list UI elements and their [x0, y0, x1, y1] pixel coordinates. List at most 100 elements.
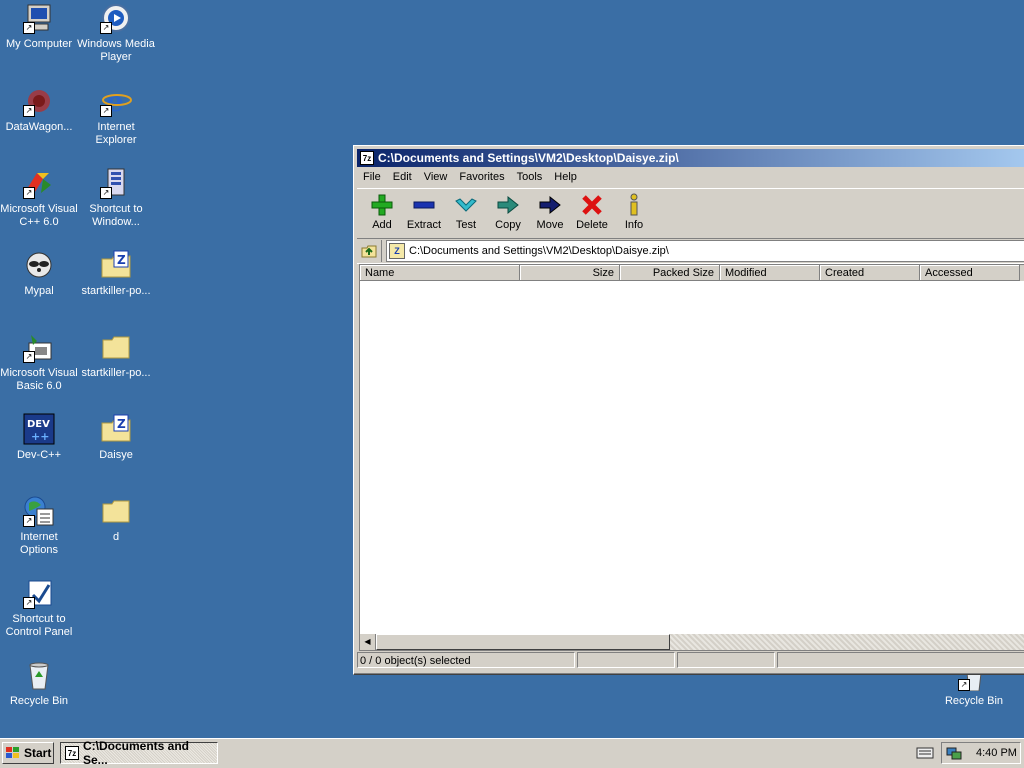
check-icon	[455, 198, 477, 212]
up-folder-button[interactable]	[357, 240, 382, 262]
window-title: C:\Documents and Settings\VM2\Desktop\Da…	[378, 151, 679, 165]
menu-favorites[interactable]: Favorites	[453, 171, 510, 183]
desktop-icon-visual-basic[interactable]: ↗ Microsoft Visual Basic 6.0	[0, 331, 78, 393]
desktop-icon-internet-options[interactable]: ↗ Internet Options	[0, 495, 78, 557]
column-header-accessed[interactable]: Accessed	[920, 265, 1020, 281]
desktop-icon-label: Internet Options	[20, 531, 58, 556]
taskbar-window-label: C:\Documents and Se...	[83, 739, 190, 767]
shortcut-arrow-icon: ↗	[23, 22, 35, 34]
scroll-thumb[interactable]	[376, 634, 670, 650]
status-panel-3	[677, 652, 775, 668]
move-button[interactable]: Move	[529, 189, 571, 235]
desktop-icon-label: Recycle Bin	[944, 695, 1004, 707]
folder-icon	[100, 495, 132, 527]
scroll-left-button[interactable]: ◀	[360, 634, 376, 650]
shortcut-window-icon: ↗	[100, 167, 132, 199]
column-header-name[interactable]: Name	[360, 265, 520, 281]
mypal-raccoon-icon	[23, 249, 55, 281]
media-player-icon: ↗	[100, 2, 132, 34]
clock[interactable]: 4:40 PM	[976, 747, 1017, 759]
start-label: Start	[24, 746, 52, 760]
desktop-icon-daisye[interactable]: Z Daisye	[77, 413, 155, 462]
desktop-icon-internet-explorer[interactable]: e ↗ Internet Explorer	[77, 85, 155, 147]
desktop-icon-d-folder[interactable]: d	[77, 495, 155, 544]
menu-edit[interactable]: Edit	[387, 171, 418, 183]
copy-button[interactable]: Copy	[487, 189, 529, 235]
menu-bar: File Edit View Favorites Tools Help	[357, 168, 1024, 186]
shortcut-arrow-icon: ↗	[100, 105, 112, 117]
desktop-icon-label: DataWagon...	[5, 121, 73, 133]
menu-tools[interactable]: Tools	[511, 171, 549, 183]
taskbar-window-button[interactable]: 7z C:\Documents and Se...	[60, 739, 218, 767]
desktop-icon-my-computer[interactable]: ↗ My Computer	[0, 2, 78, 51]
x-icon	[582, 195, 602, 215]
menu-file[interactable]: File	[357, 171, 387, 183]
delete-button[interactable]: Delete	[571, 189, 613, 235]
shortcut-arrow-icon: ↗	[23, 351, 35, 363]
up-folder-icon	[361, 245, 377, 258]
file-list[interactable]: Name Size Packed Size Modified Created A…	[359, 264, 1024, 651]
keyboard-icon[interactable]	[916, 746, 934, 760]
7zip-app-icon: 7z	[360, 151, 374, 165]
system-tray: 4:40 PM	[941, 742, 1021, 764]
add-button[interactable]: Add	[361, 189, 403, 235]
desktop-icon-label: Recycle Bin	[9, 695, 69, 707]
desktop-icon-recycle-bin[interactable]: Recycle Bin	[0, 659, 78, 708]
desktop-icon-control-panel[interactable]: ↗ Shortcut to Control Panel	[0, 577, 78, 639]
column-header-modified[interactable]: Modified	[720, 265, 820, 281]
column-header-packed-size[interactable]: Packed Size	[620, 265, 720, 281]
minus-icon	[413, 201, 435, 209]
desktop-icon-windows-media-player[interactable]: ↗ Windows Media Player	[77, 2, 155, 64]
test-button-label: Test	[455, 219, 477, 231]
control-panel-icon: ↗	[23, 577, 55, 609]
internet-options-icon: ↗	[23, 495, 55, 527]
desktop-icon-visual-cpp[interactable]: ↗ Microsoft Visual C++ 6.0	[0, 167, 78, 229]
network-icon[interactable]	[946, 745, 962, 761]
windows-logo-icon	[6, 747, 19, 758]
status-selection: 0 / 0 object(s) selected	[357, 652, 575, 668]
address-input[interactable]: Z C:\Documents and Settings\VM2\Desktop\…	[386, 240, 1024, 262]
menu-help[interactable]: Help	[548, 171, 583, 183]
test-button[interactable]: Test	[445, 189, 487, 235]
desktop-icon-startkiller-zip[interactable]: Z startkiller-po...	[77, 249, 155, 298]
status-panel-2	[577, 652, 675, 668]
copy-button-label: Copy	[495, 219, 521, 231]
horizontal-scrollbar[interactable]: ◀	[360, 634, 1024, 650]
desktop-icon-label: Windows Media Player	[77, 38, 155, 63]
desktop-icon-label: Mypal	[24, 285, 54, 297]
column-header-created[interactable]: Created	[820, 265, 920, 281]
delete-button-label: Delete	[576, 219, 608, 231]
svg-text:Z: Z	[117, 417, 126, 431]
folder-icon	[100, 331, 132, 363]
taskbar: Start 7z C:\Documents and Se... 4:40 PM	[0, 738, 1024, 768]
add-button-label: Add	[372, 219, 392, 231]
desktop-icon-datawagon[interactable]: ↗ DataWagon...	[0, 85, 78, 134]
toolbar: Add Extract Test Copy Move Delete Info	[357, 188, 1024, 237]
file-manager-window[interactable]: 7z C:\Documents and Settings\VM2\Desktop…	[353, 145, 1024, 675]
menu-view[interactable]: View	[418, 171, 454, 183]
extract-button-label: Extract	[406, 219, 442, 231]
desktop-icon-startkiller-folder[interactable]: startkiller-po...	[77, 331, 155, 380]
desktop-icon-label: d	[112, 531, 120, 543]
desktop-icon-mypal[interactable]: Mypal	[0, 249, 78, 298]
start-button[interactable]: Start	[2, 742, 54, 764]
shortcut-arrow-icon: ↗	[100, 22, 112, 34]
address-bar: Z C:\Documents and Settings\VM2\Desktop\…	[357, 238, 1024, 264]
desktop-icon-shortcut-window[interactable]: ↗ Shortcut to Window...	[77, 167, 155, 229]
extract-button[interactable]: Extract	[403, 189, 445, 235]
zip-folder-icon: Z	[100, 249, 132, 281]
column-headers: Name Size Packed Size Modified Created A…	[360, 265, 1024, 281]
desktop-icon-recycle-bin-shortcut[interactable]: ↗ Recycle Bin	[935, 671, 1013, 708]
desktop-icon-dev-cpp[interactable]: DEV ++ Dev-C++	[0, 413, 78, 462]
plus-icon	[371, 194, 393, 216]
shortcut-arrow-icon: ↗	[23, 515, 35, 527]
zip-folder-icon: Z	[100, 413, 132, 445]
window-titlebar[interactable]: 7z C:\Documents and Settings\VM2\Desktop…	[357, 149, 1024, 167]
recycle-bin-icon	[23, 659, 55, 691]
column-header-size[interactable]: Size	[520, 265, 620, 281]
address-text: C:\Documents and Settings\VM2\Desktop\Da…	[409, 245, 669, 257]
desktop-icon-label: Microsoft Visual Basic 6.0	[0, 367, 78, 392]
desktop-icon-label: Daisye	[99, 449, 133, 461]
status-panel-4	[777, 652, 1024, 668]
info-button[interactable]: Info	[613, 189, 655, 235]
